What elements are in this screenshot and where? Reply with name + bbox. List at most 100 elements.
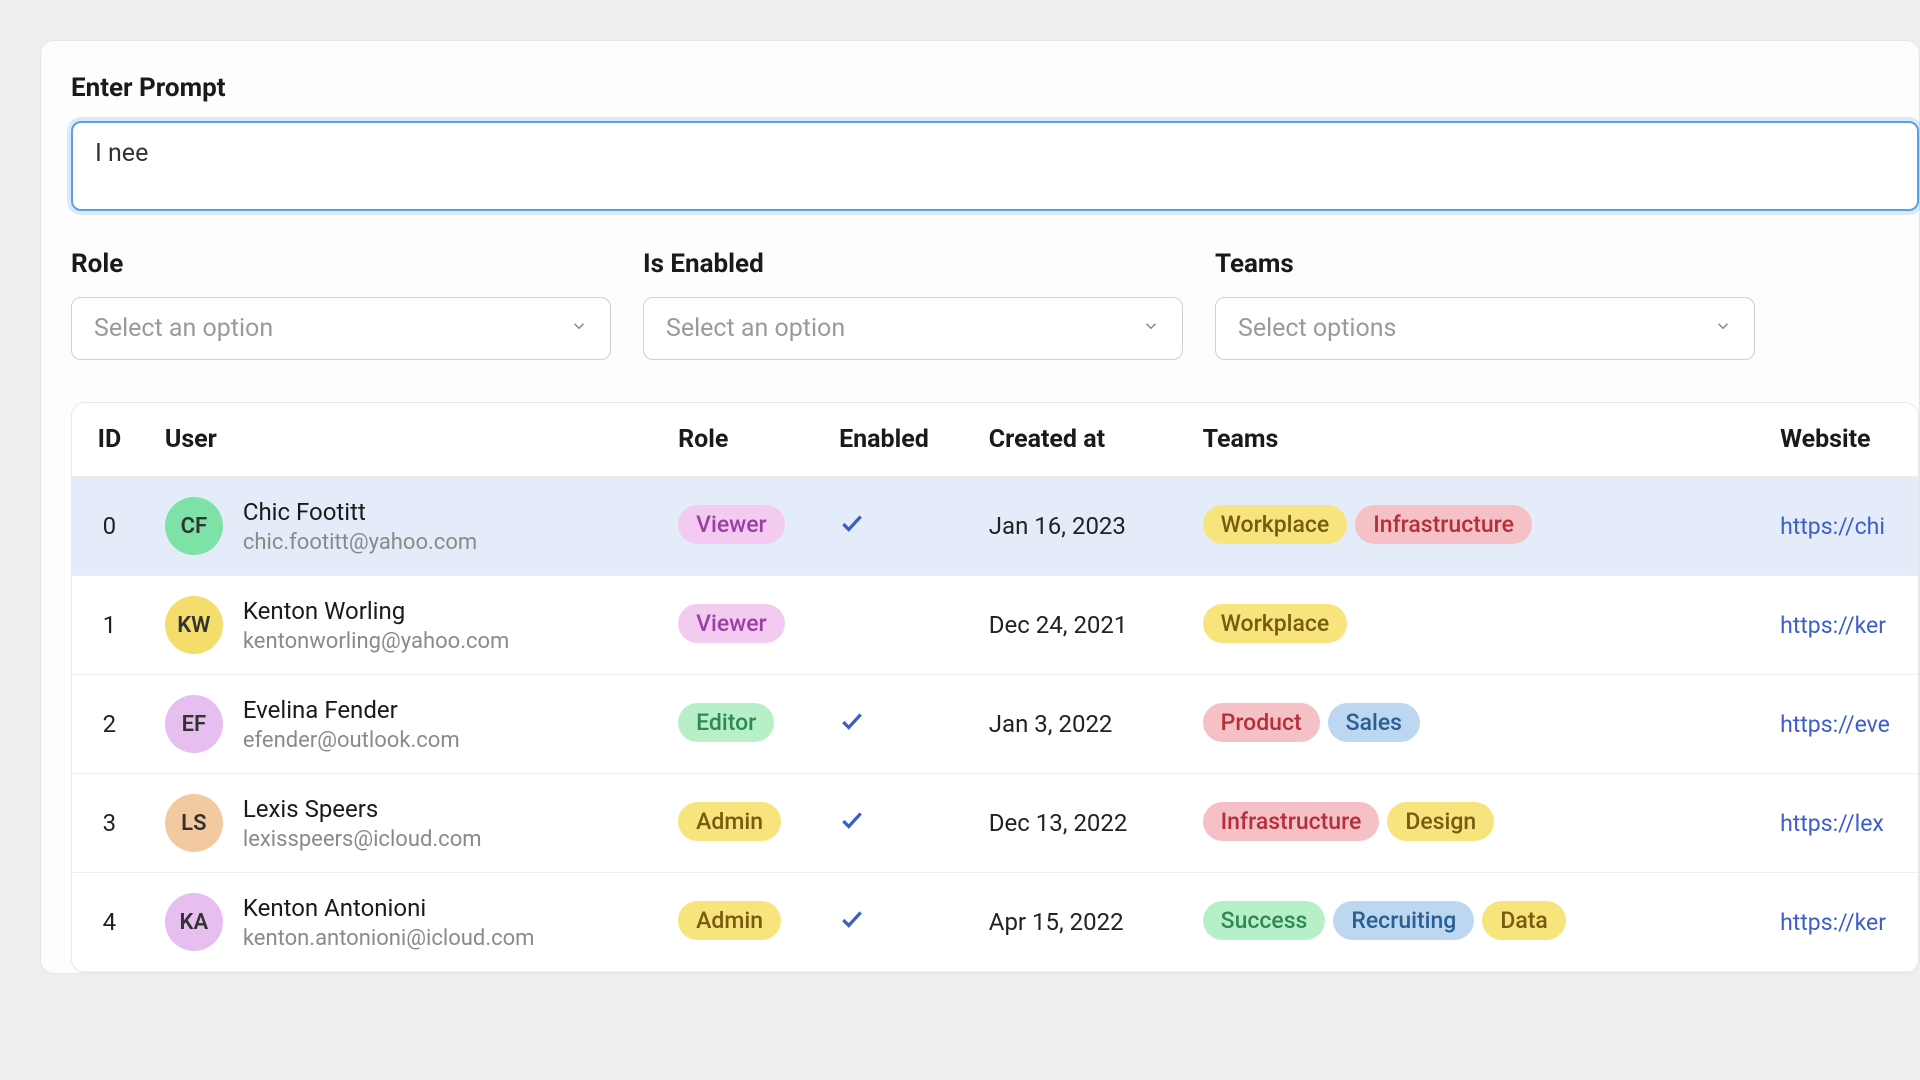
team-pill: Recruiting [1333, 901, 1474, 940]
cell-created: Dec 24, 2021 [971, 576, 1185, 675]
cell-user: KW Kenton Worling kentonworling@yahoo.com [147, 576, 660, 675]
cell-id: 3 [72, 774, 147, 873]
role-pill: Admin [678, 802, 781, 841]
user-email: kenton.antonioni@icloud.com [243, 926, 535, 951]
cell-website: https://lex [1762, 774, 1918, 873]
teams-select-placeholder: Select options [1238, 314, 1396, 343]
chevron-down-icon [570, 317, 588, 341]
user-email: lexisspeers@icloud.com [243, 827, 482, 852]
role-filter: Role Select an option [71, 249, 611, 360]
cell-role: Viewer [660, 477, 821, 576]
cell-enabled [821, 477, 971, 576]
team-pill: Workplace [1203, 604, 1348, 643]
table-row[interactable]: 4 KA Kenton Antonioni kenton.antonioni@iclo… [72, 873, 1918, 972]
cell-user: CF Chic Footitt chic.footitt@yahoo.com [147, 477, 660, 576]
cell-enabled [821, 675, 971, 774]
cell-website: https://ker [1762, 576, 1918, 675]
cell-id: 2 [72, 675, 147, 774]
table-header-row: ID User Role Enabled Created at Teams We… [72, 403, 1918, 477]
chevron-down-icon [1142, 317, 1160, 341]
teams-select[interactable]: Select options [1215, 297, 1755, 360]
teams-filter: Teams Select options [1215, 249, 1755, 360]
filters-row: Role Select an option Is Enabled Select … [71, 249, 1919, 360]
header-role[interactable]: Role [660, 403, 821, 477]
header-website[interactable]: Website [1762, 403, 1918, 477]
avatar: CF [165, 497, 223, 555]
chevron-down-icon [1714, 317, 1732, 341]
prompt-label: Enter Prompt [71, 73, 1919, 103]
teams-filter-label: Teams [1215, 249, 1755, 279]
website-link[interactable]: https://ker [1780, 612, 1886, 639]
website-link[interactable]: https://lex [1780, 810, 1884, 837]
website-link[interactable]: https://eve [1780, 711, 1890, 738]
role-pill: Admin [678, 901, 781, 940]
cell-teams: Workplace [1185, 576, 1762, 675]
enabled-select[interactable]: Select an option [643, 297, 1183, 360]
user-name: Lexis Speers [243, 795, 482, 823]
prompt-input[interactable] [71, 121, 1919, 211]
table-row[interactable]: 1 KW Kenton Worling kentonworling@yahoo.com… [72, 576, 1918, 675]
user-name: Chic Footitt [243, 498, 477, 526]
team-pill: Data [1482, 901, 1565, 940]
users-table: ID User Role Enabled Created at Teams We… [71, 402, 1919, 973]
table-row[interactable]: 0 CF Chic Footitt chic.footitt@yahoo.com Vie… [72, 477, 1918, 576]
cell-created: Dec 13, 2022 [971, 774, 1185, 873]
user-email: chic.footitt@yahoo.com [243, 530, 477, 555]
cell-enabled [821, 873, 971, 972]
team-pill: Success [1203, 901, 1326, 940]
team-pill: Infrastructure [1203, 802, 1380, 841]
cell-id: 4 [72, 873, 147, 972]
check-icon [839, 807, 865, 839]
website-link[interactable]: https://chi [1780, 513, 1885, 540]
team-pill: Workplace [1203, 505, 1348, 544]
cell-user: LSLexis Speerslexisspeers@icloud.com [147, 774, 660, 873]
team-pill: Infrastructure [1355, 505, 1532, 544]
table-row[interactable]: 3LSLexis Speerslexisspeers@icloud.comAdm… [72, 774, 1918, 873]
team-pill: Design [1387, 802, 1494, 841]
cell-user: EFEvelina Fenderefender@outlook.com [147, 675, 660, 774]
cell-id: 1 [72, 576, 147, 675]
user-email: kentonworling@yahoo.com [243, 629, 510, 654]
table-row[interactable]: 2EFEvelina Fenderefender@outlook.comEdit… [72, 675, 1918, 774]
user-email: efender@outlook.com [243, 728, 460, 753]
role-filter-label: Role [71, 249, 611, 279]
check-icon [839, 510, 865, 542]
role-pill: Viewer [678, 604, 785, 643]
role-pill: Editor [678, 703, 774, 742]
cell-id: 0 [72, 477, 147, 576]
enabled-filter: Is Enabled Select an option [643, 249, 1183, 360]
website-link[interactable]: https://ker [1780, 909, 1886, 936]
cell-teams: InfrastructureDesign [1185, 774, 1762, 873]
header-id[interactable]: ID [72, 403, 147, 477]
role-select[interactable]: Select an option [71, 297, 611, 360]
cell-user: KA Kenton Antonioni kenton.antonioni@iclou… [147, 873, 660, 972]
role-select-placeholder: Select an option [94, 314, 273, 343]
header-teams[interactable]: Teams [1185, 403, 1762, 477]
cell-created: Jan 16, 2023 [971, 477, 1185, 576]
cell-created: Apr 15, 2022 [971, 873, 1185, 972]
avatar: KW [165, 596, 223, 654]
header-user[interactable]: User [147, 403, 660, 477]
user-name: Kenton Worling [243, 597, 510, 625]
cell-enabled [821, 576, 971, 675]
header-created[interactable]: Created at [971, 403, 1185, 477]
cell-website: https://eve [1762, 675, 1918, 774]
cell-teams: ProductSales [1185, 675, 1762, 774]
main-panel: Enter Prompt Role Select an option Is En… [40, 40, 1920, 974]
cell-role: Admin [660, 873, 821, 972]
cell-enabled [821, 774, 971, 873]
team-pill: Sales [1328, 703, 1420, 742]
check-icon [839, 708, 865, 740]
user-name: Kenton Antonioni [243, 894, 535, 922]
cell-created: Jan 3, 2022 [971, 675, 1185, 774]
header-enabled[interactable]: Enabled [821, 403, 971, 477]
user-name: Evelina Fender [243, 696, 460, 724]
cell-teams: SuccessRecruitingData [1185, 873, 1762, 972]
team-pill: Product [1203, 703, 1320, 742]
role-pill: Viewer [678, 505, 785, 544]
cell-teams: WorkplaceInfrastructure [1185, 477, 1762, 576]
enabled-select-placeholder: Select an option [666, 314, 845, 343]
check-icon [839, 906, 865, 938]
cell-website: https://chi [1762, 477, 1918, 576]
avatar: KA [165, 893, 223, 951]
